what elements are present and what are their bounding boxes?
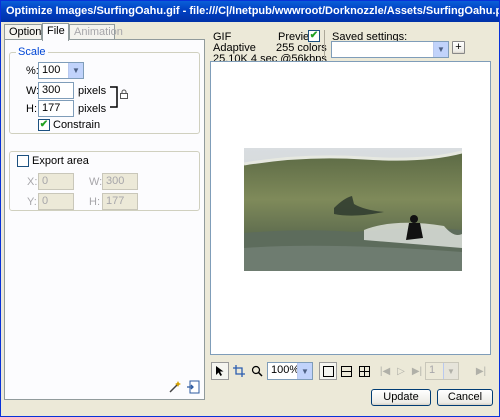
export-w-field[interactable]: 300 (102, 173, 138, 190)
preview-checkbox[interactable]: ✔ (308, 30, 320, 42)
export-area-label: Export area (32, 155, 89, 167)
saved-settings-combo[interactable]: ▼ (331, 41, 449, 58)
export-h-field[interactable]: 177 (102, 193, 138, 210)
tab-options[interactable]: Options (4, 24, 47, 40)
constrain-checkbox[interactable]: ✔ (38, 119, 50, 131)
height-label: H: (26, 103, 37, 115)
tab-animation: Animation (69, 24, 123, 40)
chevron-down-icon: ▼ (443, 363, 458, 379)
export-w-label: W: (89, 176, 103, 188)
width-unit: pixels (78, 85, 107, 97)
export-area-checkbox[interactable] (17, 155, 29, 167)
export-x-field[interactable]: 0 (38, 173, 74, 190)
file-tab-panel: Scale %: 100 ▼ W: 300 pixels H: 177 pixe… (4, 39, 205, 400)
pointer-tool-icon[interactable] (211, 362, 229, 380)
constrain-label: Constrain (53, 119, 101, 131)
split-view-icon[interactable] (337, 362, 355, 380)
optimize-images-dialog: Optimize Images/SurfingOahu.gif - file:/… (0, 0, 500, 417)
preview-toolbar: 100% ▼ |◀ ▷ ▶| 1 ▼ ▶| (210, 361, 491, 381)
chevron-down-icon[interactable]: ▼ (433, 42, 448, 57)
update-button[interactable]: Update (371, 389, 431, 406)
crop-tool-icon[interactable] (230, 362, 248, 380)
single-view-icon[interactable] (319, 362, 337, 380)
tab-file[interactable]: File (42, 23, 69, 41)
frame-value: 1 (429, 364, 436, 376)
preview-area[interactable] (210, 61, 491, 355)
zoom-combo[interactable]: 100% ▼ (267, 362, 313, 380)
frame-combo: 1 ▼ (425, 362, 459, 380)
add-settings-button[interactable]: + (452, 41, 465, 54)
percent-label: %: (26, 65, 39, 77)
height-unit: pixels (78, 103, 107, 115)
magic-wand-icon[interactable] (166, 378, 183, 395)
zoom-tool-icon[interactable] (248, 362, 266, 380)
export-h-label: H: (89, 196, 100, 208)
surf-photo (244, 148, 462, 271)
cancel-button[interactable]: Cancel (437, 389, 493, 406)
chevron-down-icon[interactable]: ▼ (297, 363, 312, 379)
divider (324, 30, 325, 58)
export-x-label: X: (27, 176, 38, 188)
scale-group-label: Scale (16, 46, 48, 58)
export-wizard-icon[interactable] (184, 378, 201, 395)
chevron-down-icon[interactable]: ▼ (68, 63, 83, 78)
export-y-label: Y: (27, 196, 37, 208)
title-bar[interactable]: Optimize Images/SurfingOahu.gif - file:/… (1, 1, 499, 22)
height-field[interactable]: 177 (38, 100, 74, 117)
percent-value: 100 (42, 64, 61, 76)
lock-icon (120, 89, 128, 99)
width-field[interactable]: 300 (38, 82, 74, 99)
export-y-field[interactable]: 0 (38, 193, 74, 210)
constrain-bracket (110, 86, 118, 108)
quad-view-icon[interactable] (355, 362, 373, 380)
colors-label: 255 colors (276, 42, 327, 54)
zoom-value: 100% (271, 364, 300, 376)
percent-combo[interactable]: 100 ▼ (38, 62, 84, 79)
next-frame-icon: ▶| (475, 365, 487, 377)
last-frame-icon: ▶| (411, 365, 423, 377)
